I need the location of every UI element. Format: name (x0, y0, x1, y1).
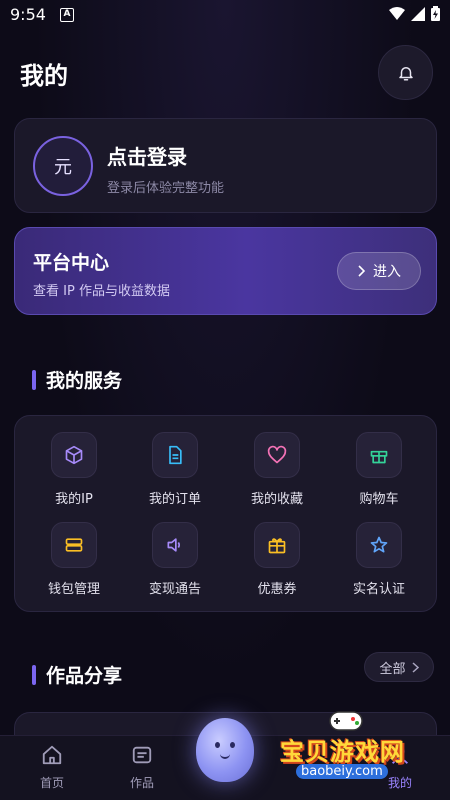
status-icons (389, 6, 440, 21)
tab-home[interactable]: 首页 (22, 744, 82, 791)
section-accent-bar (32, 664, 36, 685)
cube-icon (51, 432, 97, 478)
section-accent-bar (32, 369, 36, 390)
service-coupons[interactable]: 优惠券 (232, 522, 322, 602)
service-wallet[interactable]: 钱包管理 (29, 522, 119, 602)
watermark: 宝贝游戏网 baobeiy.com (272, 706, 432, 798)
watermark-url: baobeiy.com (296, 764, 388, 779)
mascot-center-button[interactable] (196, 718, 254, 782)
service-label: 实名认证 (352, 582, 405, 597)
works-section-header: 作品分享 (32, 661, 122, 688)
service-label: 我的IP (55, 492, 93, 507)
heart-icon (254, 432, 300, 478)
service-label: 变现通告 (148, 582, 201, 597)
login-subtitle: 登录后体验完整功能 (107, 181, 225, 196)
platform-subtitle: 查看 IP 作品与收益数据 (33, 284, 170, 299)
chevron-right-icon (411, 661, 419, 673)
service-cart[interactable]: 购物车 (334, 432, 424, 512)
avatar[interactable]: 元 (33, 136, 93, 196)
status-time: 9:54 (10, 5, 46, 24)
view-all-button[interactable]: 全部 (364, 652, 434, 682)
service-my-favorites[interactable]: 我的收藏 (232, 432, 322, 512)
bell-icon (398, 66, 413, 80)
mascot-eye (215, 742, 220, 748)
services-section-header: 我的服务 (32, 366, 122, 393)
service-my-orders[interactable]: 我的订单 (130, 432, 220, 512)
tab-label: 作品 (129, 776, 154, 790)
service-my-ip[interactable]: 我的IP (29, 432, 119, 512)
document-icon (152, 432, 198, 478)
enter-label: 进入 (373, 264, 401, 280)
battery-icon (431, 6, 440, 21)
service-verification[interactable]: 实名认证 (334, 522, 424, 602)
tab-works[interactable]: 作品 (112, 744, 172, 791)
mascot-mouth (220, 754, 230, 759)
service-label: 我的订单 (148, 492, 201, 507)
wifi-icon (389, 6, 405, 20)
login-card[interactable]: 元 点击登录 登录后体验完整功能 (14, 118, 437, 213)
service-label: 钱包管理 (47, 582, 100, 597)
home-icon (42, 745, 62, 765)
works-icon (132, 746, 152, 764)
watermark-text: 宝贝游戏网 (280, 738, 405, 766)
signal-icon (411, 6, 425, 21)
service-label: 我的收藏 (250, 492, 303, 507)
star-icon (356, 522, 402, 568)
services-title: 我的服务 (46, 370, 123, 392)
service-label: 购物车 (359, 492, 399, 507)
platform-center-card[interactable]: 平台中心 查看 IP 作品与收益数据 进入 (14, 227, 437, 315)
tab-label: 首页 (39, 776, 64, 790)
profile-screen: 9:54 A 我的 元 点击登录 登录后体验完整功能 平台中心 查看 IP 作品… (0, 0, 450, 800)
login-title[interactable]: 点击登录 (107, 141, 187, 170)
platform-title: 平台中心 (33, 252, 110, 274)
view-all-label: 全部 (379, 661, 406, 677)
status-bar: 9:54 A (0, 0, 450, 30)
enter-button[interactable]: 进入 (337, 252, 421, 290)
works-title: 作品分享 (46, 665, 123, 687)
gift-icon (254, 522, 300, 568)
speaker-icon (152, 522, 198, 568)
notification-button[interactable] (378, 45, 433, 100)
gift-box-icon (356, 432, 402, 478)
notification-icon: A (60, 8, 74, 22)
services-grid: 我的IP 我的订单 我的收藏 购物车 钱包管理 变现通告 优惠券 实名认证 (14, 415, 437, 612)
wallet-icon (51, 522, 97, 568)
mascot-eye (230, 742, 235, 748)
service-label: 优惠券 (257, 582, 297, 597)
chevron-right-icon (358, 265, 365, 277)
service-announcements[interactable]: 变现通告 (130, 522, 220, 602)
page-title: 我的 (20, 62, 68, 90)
